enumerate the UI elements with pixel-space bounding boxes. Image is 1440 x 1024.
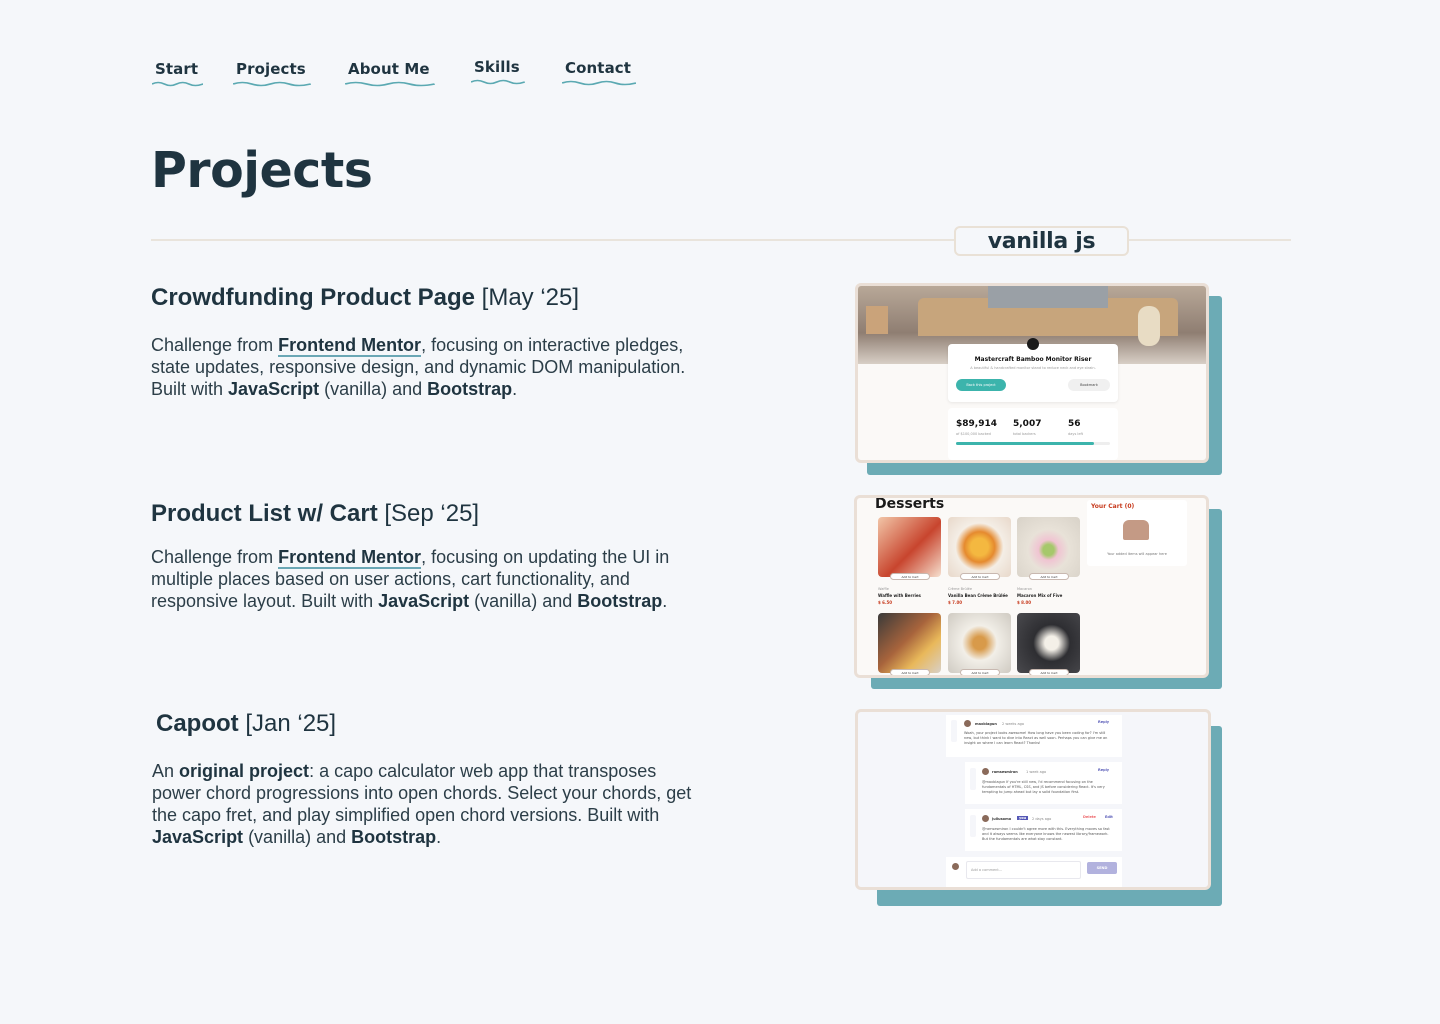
add-to-cart-button: Add to Cart: [960, 573, 1000, 580]
project-screenshot-crowdfunding[interactable]: Mastercraft Bamboo Monitor Riser A beaut…: [855, 283, 1209, 463]
add-to-cart-button: Add to Cart: [890, 669, 930, 675]
comment-card: ramsesmiron 1 week ago Reply @maxblagun …: [965, 762, 1122, 804]
project-description: An original project: a capo calculator w…: [152, 761, 692, 847]
new-comment-form: Add a comment... SEND: [946, 857, 1122, 887]
project-title: Product List w/ Cart [Sep ‘25]: [151, 500, 480, 527]
add-to-cart-button: Add to Cart: [1029, 573, 1069, 580]
project-screenshot-capoot[interactable]: maxblagun 2 weeks ago Reply Woah, your p…: [855, 709, 1211, 890]
stats-card: $89,914 of $100,000 backed 5,007 total b…: [948, 408, 1118, 460]
nav-projects[interactable]: Projects: [233, 60, 311, 87]
frontend-mentor-link[interactable]: Frontend Mentor: [278, 547, 422, 569]
category-tag: vanilla js: [954, 226, 1129, 256]
project-title: Capoot [Jan ‘25]: [156, 710, 337, 737]
wavy-underline: [345, 81, 435, 87]
dessert-image: [948, 613, 1011, 673]
avatar: [952, 863, 959, 870]
wavy-underline: [562, 80, 637, 86]
nav-about-me[interactable]: About Me: [345, 60, 435, 87]
product-card: Mastercraft Bamboo Monitor Riser A beaut…: [948, 338, 1118, 402]
nav-skills[interactable]: Skills: [471, 58, 525, 85]
mastercraft-logo-icon: [1027, 338, 1039, 350]
avatar: [964, 720, 971, 727]
project-screenshot-product-list[interactable]: Desserts Add to Cart Add to Cart Add to …: [854, 495, 1209, 678]
avatar: [982, 815, 989, 822]
dessert-image: [1017, 613, 1080, 673]
add-to-cart-button: Add to Cart: [890, 573, 930, 580]
creme-brulee-image: [948, 517, 1011, 577]
cart-panel: Your Cart (0) Your added items will appe…: [1087, 500, 1187, 566]
comment-card: juliusomo you 2 days ago Delete Edit @ra…: [965, 809, 1122, 851]
wavy-underline: [152, 81, 204, 87]
project-description: Challenge from Frontend Mentor, focusing…: [151, 547, 670, 611]
project-title: Crowdfunding Product Page [May ‘25]: [151, 284, 580, 311]
project-description: Challenge from Frontend Mentor, focusing…: [151, 335, 686, 399]
progress-bar: [956, 442, 1110, 445]
macaron-image: [1017, 517, 1080, 577]
waffle-image: [878, 517, 941, 577]
dessert-image: [878, 613, 941, 673]
wavy-underline: [471, 79, 525, 85]
comment-card: maxblagun 2 weeks ago Reply Woah, your p…: [946, 715, 1122, 757]
wavy-underline: [233, 81, 311, 87]
frontend-mentor-link[interactable]: Frontend Mentor: [278, 335, 422, 357]
main-nav: Start Projects About Me Skills Contact: [151, 58, 651, 88]
page-title: Projects: [151, 142, 373, 199]
add-to-cart-button: Add to Cart: [960, 669, 1000, 675]
add-to-cart-button: Add to Cart: [1029, 669, 1069, 675]
empty-cart-cake-icon: [1123, 520, 1149, 540]
nav-contact[interactable]: Contact: [562, 59, 637, 86]
nav-start[interactable]: Start: [152, 60, 204, 87]
avatar: [982, 768, 989, 775]
